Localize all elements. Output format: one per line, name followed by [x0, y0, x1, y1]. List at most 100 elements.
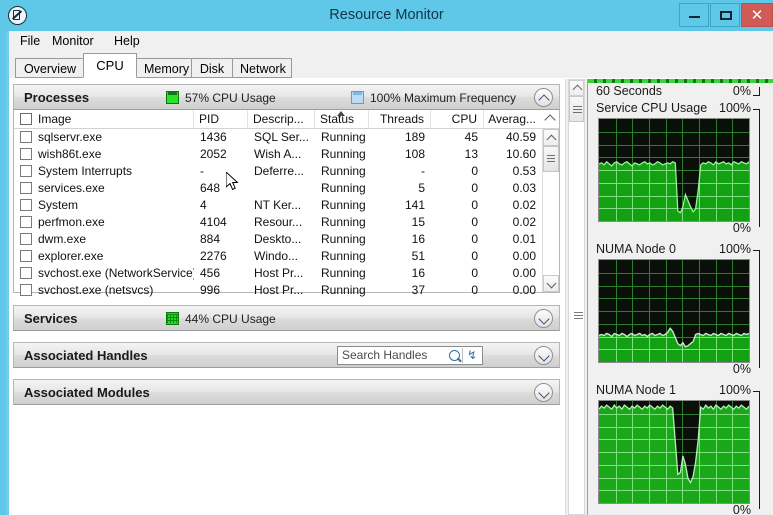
chevron-up-small-icon — [544, 114, 556, 126]
associated-modules-title: Associated Modules — [24, 385, 150, 400]
column-header-pid[interactable]: PID — [194, 110, 248, 128]
numa-node-0-graph[interactable] — [598, 259, 750, 363]
cell-status: Running — [321, 215, 366, 229]
column-header-image[interactable]: Image — [14, 110, 194, 128]
cpu-total-axis-row: 60 Seconds 0% — [588, 84, 773, 100]
associated-handles-header[interactable]: Associated Handles Search Handles ↯ — [13, 342, 560, 368]
sort-ascending-icon — [337, 111, 345, 116]
column-header-average-cpu[interactable]: Averag... — [484, 110, 542, 128]
panel-splitter[interactable] — [565, 79, 587, 515]
maximize-icon — [720, 11, 732, 20]
panel-scroll-thumb[interactable] — [569, 96, 584, 122]
magnifier-icon[interactable] — [449, 350, 460, 361]
cell-desc: Deferre... — [254, 164, 305, 178]
cell-cpu: 0 — [471, 164, 478, 178]
cell-threads: 141 — [404, 198, 425, 212]
cell-pid: 4 — [200, 198, 207, 212]
cell-cpu: 0 — [471, 232, 478, 246]
menu-file[interactable]: File — [15, 33, 45, 50]
cell-desc: Host Pr... — [254, 283, 304, 297]
numa-node-1-label: NUMA Node 1 — [596, 383, 676, 397]
column-header-cpu[interactable]: CPU — [431, 110, 484, 128]
cell-image: wish86t.exe — [38, 147, 102, 161]
maximize-button[interactable] — [710, 3, 740, 27]
table-row[interactable]: svchost.exe (NetworkService) 456 Host Pr..… — [14, 265, 542, 282]
tab-network[interactable]: Network — [232, 58, 292, 78]
cell-threads: 51 — [411, 249, 425, 263]
table-row[interactable]: dwm.exe 884 Deskto... Running 16 0 0.01 — [14, 231, 542, 248]
tab-disk[interactable]: Disk — [191, 58, 233, 78]
graph-panel: 60 Seconds 0% Service CPU Usage 100% 0% … — [587, 79, 773, 515]
cell-pid: 2276 — [200, 249, 227, 263]
column-header-description[interactable]: Descrip... — [248, 110, 315, 128]
table-row[interactable]: sqlservr.exe 1436 SQL Ser... Running 189 45 40… — [14, 129, 542, 146]
panel-scroll-up-button[interactable] — [569, 80, 584, 96]
search-handles-box[interactable]: Search Handles ↯ — [337, 346, 483, 365]
processes-collapse-toggle[interactable] — [534, 88, 553, 107]
minimize-button[interactable] — [679, 3, 709, 27]
cell-threads: 37 — [411, 283, 425, 297]
column-header-threads[interactable]: Threads — [369, 110, 431, 128]
chevron-down-icon — [538, 349, 550, 362]
table-row[interactable]: wish86t.exe 2052 Wish A... Running 108 13 10.6… — [14, 146, 542, 163]
processes-header[interactable]: Processes 57% CPU Usage 100% Maximum Fre… — [13, 84, 560, 110]
cell-desc: Host Pr... — [254, 266, 304, 280]
processes-scrollbar[interactable] — [542, 129, 559, 292]
table-row[interactable]: services.exe 648 Running 5 0 0.03 — [14, 180, 542, 197]
processes-column-headers: Image PID Descrip... Status Threads CPU … — [14, 110, 559, 129]
associated-handles-expand-toggle[interactable] — [534, 346, 553, 365]
numa-node-1-graph[interactable] — [598, 400, 750, 504]
cell-status: Running — [321, 164, 366, 178]
associated-modules-expand-toggle[interactable] — [534, 383, 553, 402]
menu-monitor[interactable]: Monitor — [47, 33, 99, 50]
numa-node-1-bracket — [753, 391, 760, 509]
cell-status: Running — [321, 232, 366, 246]
tab-overview[interactable]: Overview — [15, 58, 85, 78]
graph-canvas — [599, 260, 749, 362]
numa-node-0-label: NUMA Node 0 — [596, 242, 676, 256]
tab-cpu[interactable]: CPU — [83, 53, 137, 78]
cell-image: perfmon.exe — [38, 215, 105, 229]
title-bar: Resource Monitor ✕ — [0, 0, 773, 31]
processes-max-frequency: 100% Maximum Frequency — [370, 91, 517, 105]
scroll-grip-icon — [547, 155, 555, 163]
processes-title: Processes — [24, 90, 90, 105]
column-options-button[interactable] — [542, 110, 559, 128]
search-handles-input[interactable]: Search Handles — [342, 347, 427, 364]
cell-threads: 16 — [411, 266, 425, 280]
service-cpu-usage-graph[interactable] — [598, 118, 750, 222]
cell-average: 0.00 — [512, 266, 536, 280]
cell-cpu: 0 — [471, 249, 478, 263]
table-row[interactable]: System Interrupts - Deferre... Running - 0 0.5… — [14, 163, 542, 180]
menu-help[interactable]: Help — [109, 33, 145, 50]
panel-scrollbar-track[interactable] — [568, 79, 585, 515]
table-row[interactable]: perfmon.exe 4104 Resour... Running 15 0 0.02 — [14, 214, 542, 231]
numa-node-0-bracket — [753, 250, 760, 368]
scroll-up-button[interactable] — [543, 129, 559, 146]
associated-handles-title: Associated Handles — [24, 348, 148, 363]
table-row[interactable]: explorer.exe 2276 Windo... Running 51 0 0.00 — [14, 248, 542, 265]
associated-modules-header[interactable]: Associated Modules — [13, 379, 560, 405]
splitter-grip-icon[interactable] — [574, 312, 583, 321]
refresh-icon[interactable]: ↯ — [465, 349, 479, 362]
cell-image: System Interrupts — [38, 164, 133, 178]
select-all-checkbox[interactable] — [20, 113, 32, 125]
arrow-down-icon — [546, 278, 557, 289]
services-expand-toggle[interactable] — [534, 309, 553, 328]
cell-pid: - — [200, 164, 204, 178]
cell-image: sqlservr.exe — [38, 130, 103, 144]
cell-desc: Deskto... — [254, 232, 302, 246]
arrow-up-icon — [546, 134, 557, 145]
close-button[interactable]: ✕ — [741, 3, 773, 27]
table-row[interactable]: System 4 NT Ker... Running 141 0 0.02 — [14, 197, 542, 214]
scroll-thumb[interactable] — [543, 146, 559, 172]
scroll-down-button[interactable] — [543, 275, 559, 292]
cell-status: Running — [321, 266, 366, 280]
services-cpu-usage: 44% CPU Usage — [185, 312, 276, 326]
processes-cpu-usage: 57% CPU Usage — [185, 91, 276, 105]
table-row[interactable]: svchost.exe (netsvcs) 996 Host Pr... Runnin… — [14, 282, 542, 299]
tab-memory[interactable]: Memory — [136, 58, 192, 78]
cell-status: Running — [321, 198, 366, 212]
services-header[interactable]: Services 44% CPU Usage — [13, 305, 560, 331]
green-chart-icon — [166, 91, 179, 104]
